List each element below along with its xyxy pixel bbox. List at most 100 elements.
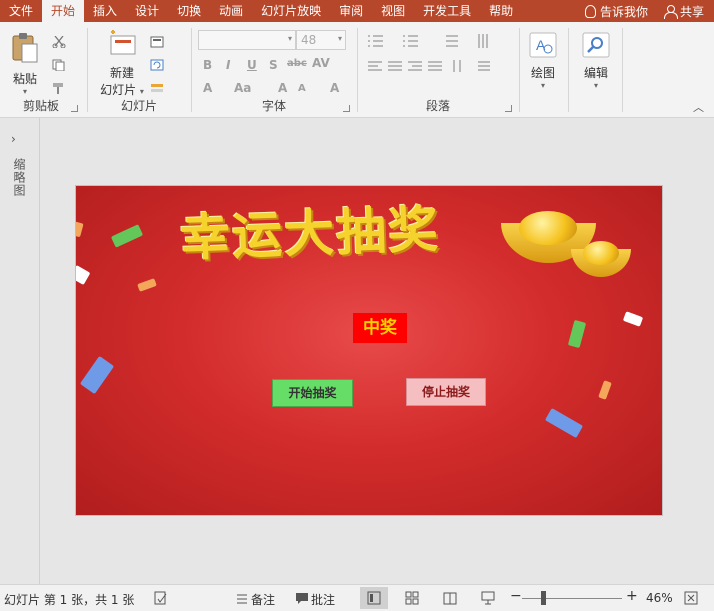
editing-button[interactable]: 编辑 ▾: [574, 32, 618, 90]
divider: [87, 28, 88, 112]
shadow-icon[interactable]: S: [269, 58, 278, 72]
slide-sorter-view-button[interactable]: [398, 587, 426, 609]
tab-view[interactable]: 视图: [372, 0, 414, 22]
confetti-decoration: [567, 319, 587, 349]
font-launcher-icon[interactable]: [343, 105, 350, 112]
share-label: 共享: [679, 4, 704, 19]
layout-icon[interactable]: [150, 36, 164, 48]
zoom-level[interactable]: 46%: [646, 591, 673, 605]
confetti-decoration: [622, 311, 644, 327]
ribbon: 粘贴 ▾ 剪贴板 新建 幻灯片 ▾ 幻灯片 ▾ 48 ▾ B I U S abc…: [0, 22, 714, 118]
slide-title: 幸运大抽奖: [179, 200, 442, 268]
stop-draw-button[interactable]: 停止抽奖: [406, 378, 486, 406]
tab-file[interactable]: 文件: [0, 0, 42, 22]
collapse-ribbon-icon[interactable]: ︿: [693, 99, 704, 115]
font-group-label: 字体: [261, 99, 286, 113]
spellcheck-icon[interactable]: [154, 591, 168, 605]
paragraph-tools-icon: [368, 34, 490, 72]
drawing-label: 绘图: [530, 66, 555, 80]
paste-button[interactable]: 粘贴 ▾: [6, 32, 44, 96]
expand-pane-icon[interactable]: ›: [11, 132, 16, 146]
zoom-out-button[interactable]: −: [510, 588, 522, 604]
drawing-button[interactable]: A 绘图 ▾: [522, 32, 564, 90]
confetti-decoration: [76, 264, 91, 286]
tell-me-box[interactable]: 告诉我你: [579, 3, 658, 20]
confetti-decoration: [137, 278, 157, 292]
paste-dropdown-icon: ▾: [22, 87, 27, 96]
change-case-icon[interactable]: Aa: [234, 81, 251, 95]
share-button[interactable]: 共享: [658, 3, 714, 20]
normal-view-button[interactable]: [360, 587, 388, 609]
cut-icon[interactable]: [52, 36, 66, 48]
tab-insert[interactable]: 插入: [84, 0, 126, 22]
drawing-dropdown-icon: ▾: [540, 81, 545, 90]
thumbnail-pane-label: 缩略图: [12, 158, 26, 197]
italic-icon[interactable]: I: [226, 58, 230, 72]
tab-home[interactable]: 开始: [42, 0, 85, 22]
divider: [357, 28, 358, 112]
confetti-decoration: [79, 355, 115, 395]
clipboard-group: 粘贴 ▾ 剪贴板: [0, 26, 82, 116]
tab-developer[interactable]: 开发工具: [414, 0, 480, 22]
person-icon: [663, 4, 678, 19]
confetti-decoration: [598, 380, 612, 400]
confetti-decoration: [110, 224, 144, 248]
reading-view-button[interactable]: [436, 587, 464, 609]
divider: [519, 28, 520, 112]
paragraph-launcher-icon[interactable]: [505, 105, 512, 112]
zoom-in-button[interactable]: +: [626, 588, 638, 604]
new-slide-label-1: 新建: [109, 66, 134, 80]
text-effect-icon[interactable]: A: [203, 81, 212, 95]
font-group: ▾ 48 ▾ B I U S abc AV A Aa A A A 字体: [194, 26, 354, 116]
font-size-value: 48: [301, 33, 317, 47]
fit-to-window-icon[interactable]: [684, 591, 698, 605]
tab-review[interactable]: 审阅: [330, 0, 372, 22]
paste-label: 粘贴: [12, 72, 37, 86]
zoom-slider-track[interactable]: [522, 598, 622, 599]
slide-counter: 幻灯片 第 1 张，共 1 张: [4, 593, 135, 607]
grow-font-icon[interactable]: A: [278, 81, 287, 95]
notes-button[interactable]: 备注: [251, 591, 275, 608]
new-slide-icon: [110, 30, 136, 55]
tab-design[interactable]: 设计: [126, 0, 168, 22]
new-slide-label-2: 幻灯片 ▾: [100, 83, 144, 97]
shapes-icon: A: [529, 32, 557, 58]
slide-canvas[interactable]: 幸运大抽奖 中奖 开始抽奖 停止抽奖: [75, 185, 663, 516]
tab-slideshow[interactable]: 幻灯片放映: [252, 0, 330, 22]
editing-dropdown-icon: ▾: [593, 81, 598, 90]
comments-button[interactable]: 批注: [311, 591, 335, 608]
slides-group-label: 幻灯片: [120, 99, 157, 113]
copy-icon[interactable]: [52, 59, 66, 71]
zoom-slider-thumb[interactable]: [541, 591, 546, 605]
paragraph-group: 段落: [360, 26, 516, 116]
tab-help[interactable]: 帮助: [480, 0, 522, 22]
gold-ingot-small-image: [571, 241, 631, 283]
start-draw-button[interactable]: 开始抽奖: [272, 379, 353, 407]
tell-me-label: 告诉我你: [599, 4, 648, 19]
tab-animations[interactable]: 动画: [210, 0, 252, 22]
status-bar: 幻灯片 第 1 张，共 1 张 备注 批注 − + 46%: [0, 584, 714, 611]
char-spacing-icon[interactable]: AV: [312, 56, 330, 70]
divider: [622, 28, 623, 112]
new-slide-label-2-text: 幻灯片: [100, 83, 137, 97]
tab-transitions[interactable]: 切换: [168, 0, 210, 22]
font-name-select[interactable]: ▾: [198, 30, 296, 50]
paragraph-group-label: 段落: [425, 99, 450, 113]
divider: [568, 28, 569, 112]
confetti-decoration: [76, 220, 84, 238]
strikethrough-icon[interactable]: abc: [287, 58, 307, 69]
format-painter-icon[interactable]: [52, 82, 66, 94]
reset-icon[interactable]: [150, 59, 164, 71]
section-icon[interactable]: [150, 82, 164, 94]
shrink-font-icon[interactable]: A: [298, 83, 306, 94]
clipboard-icon: [12, 33, 38, 63]
underline-icon[interactable]: U: [247, 58, 257, 72]
comment-icon: [296, 593, 308, 604]
clipboard-launcher-icon[interactable]: [71, 105, 78, 112]
notes-icon: [237, 594, 247, 604]
clear-format-icon[interactable]: A: [330, 81, 339, 95]
bold-icon[interactable]: B: [203, 58, 212, 72]
slideshow-view-button[interactable]: [474, 587, 502, 609]
font-size-select[interactable]: 48 ▾: [296, 30, 346, 50]
new-slide-button[interactable]: 新建 幻灯片 ▾: [96, 30, 148, 98]
